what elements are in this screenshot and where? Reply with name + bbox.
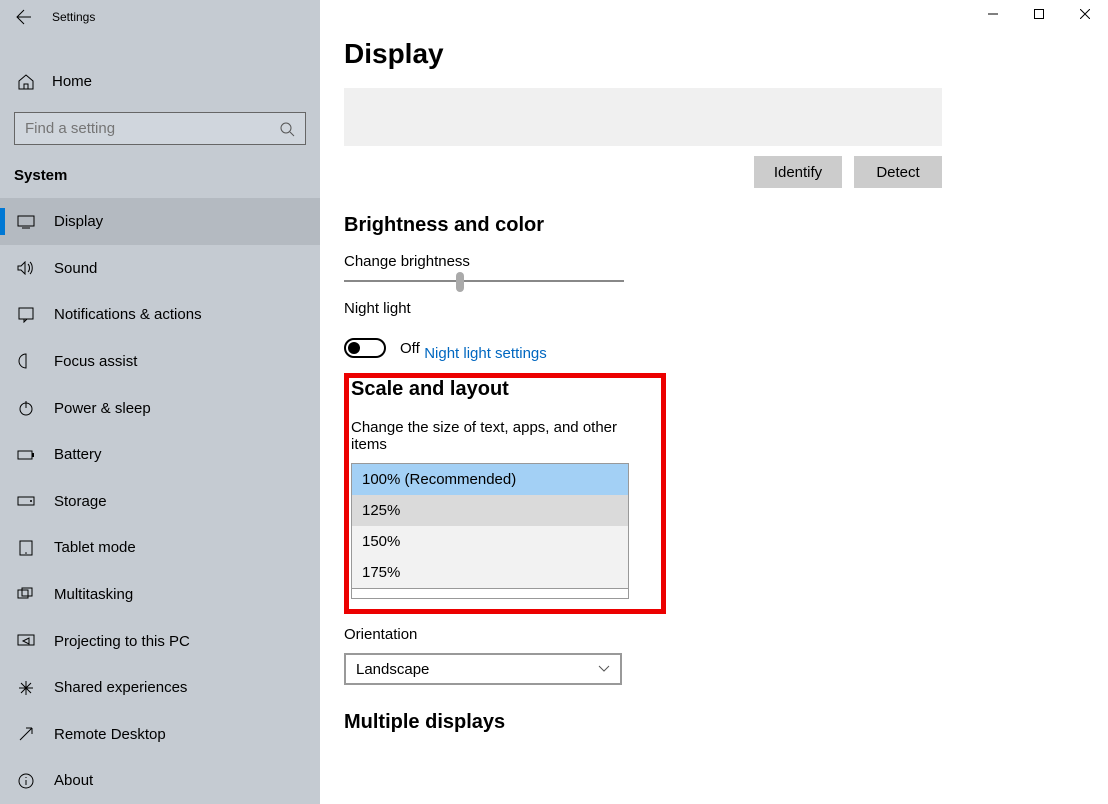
multiple-displays-heading: Multiple displays <box>344 711 1084 734</box>
brightness-label: Change brightness <box>344 253 1084 270</box>
search-input[interactable] <box>25 120 279 137</box>
shared-icon <box>16 678 36 698</box>
window-controls <box>970 0 1108 28</box>
minimize-button[interactable] <box>970 0 1016 28</box>
home-label: Home <box>52 73 92 90</box>
focus-icon <box>16 351 36 371</box>
nav-label: Storage <box>54 493 107 510</box>
scale-option-150[interactable]: 150% <box>352 526 628 557</box>
scale-label: Change the size of text, apps, and other… <box>351 419 655 453</box>
sidebar-item-battery[interactable]: Battery <box>0 431 320 478</box>
sidebar-item-storage[interactable]: Storage <box>0 478 320 525</box>
sound-icon <box>16 258 36 278</box>
orientation-label: Orientation <box>344 626 1084 643</box>
night-light-label: Night light <box>344 300 1084 317</box>
night-light-toggle[interactable] <box>344 338 386 358</box>
orientation-value: Landscape <box>356 661 429 678</box>
about-icon <box>16 771 36 791</box>
nav-label: Battery <box>54 446 102 463</box>
scale-heading: Scale and layout <box>351 378 655 401</box>
nav-label: Notifications & actions <box>54 306 202 323</box>
identify-button[interactable]: Identify <box>754 156 842 188</box>
power-icon <box>16 398 36 418</box>
titlebar: Settings <box>0 0 320 34</box>
display-icon <box>16 212 36 232</box>
nav-label: Shared experiences <box>54 679 187 696</box>
detect-button[interactable]: Detect <box>854 156 942 188</box>
storage-icon <box>16 491 36 511</box>
scale-option-100[interactable]: 100% (Recommended) <box>352 464 628 495</box>
battery-icon <box>16 445 36 465</box>
sidebar-home[interactable]: Home <box>0 62 320 102</box>
sidebar-item-about[interactable]: About <box>0 758 320 804</box>
sidebar-item-tablet[interactable]: Tablet mode <box>0 525 320 572</box>
scale-highlight-box: Scale and layout Change the size of text… <box>344 373 666 614</box>
search-box[interactable] <box>14 112 306 146</box>
search-icon <box>279 121 295 137</box>
sidebar-item-sound[interactable]: Sound <box>0 245 320 292</box>
scale-dropdown-list: 100% (Recommended) 125% 150% 175% <box>352 464 628 588</box>
night-light-settings-link[interactable]: Night light settings <box>424 345 547 362</box>
maximize-button[interactable] <box>1016 0 1062 28</box>
display-preview-area <box>344 88 942 146</box>
home-icon <box>16 72 36 92</box>
nav-label: Projecting to this PC <box>54 633 190 650</box>
page-title: Display <box>344 38 1084 70</box>
sidebar-item-multitasking[interactable]: Multitasking <box>0 571 320 618</box>
sidebar-item-display[interactable]: Display <box>0 198 320 245</box>
remote-icon <box>16 724 36 744</box>
sidebar-item-notifications[interactable]: Notifications & actions <box>0 292 320 339</box>
scale-option-175[interactable]: 175% <box>352 557 628 588</box>
sidebar-item-remote[interactable]: Remote Desktop <box>0 711 320 758</box>
dropdown-footer <box>352 588 628 598</box>
scale-dropdown[interactable]: 100% (Recommended) 125% 150% 175% <box>351 463 629 599</box>
chevron-down-icon <box>598 665 610 673</box>
toggle-knob <box>348 342 360 354</box>
back-button[interactable] <box>0 0 48 34</box>
close-button[interactable] <box>1062 0 1108 28</box>
notification-icon <box>16 305 36 325</box>
sidebar-item-shared[interactable]: Shared experiences <box>0 664 320 711</box>
orientation-select[interactable]: Landscape <box>344 653 622 685</box>
sidebar-item-projecting[interactable]: Projecting to this PC <box>0 618 320 665</box>
nav-label: Sound <box>54 260 97 277</box>
night-light-state: Off <box>400 340 420 357</box>
projecting-icon <box>16 631 36 651</box>
slider-thumb[interactable] <box>456 272 464 292</box>
arrow-left-icon <box>16 9 32 25</box>
nav-label: Multitasking <box>54 586 133 603</box>
multitasking-icon <box>16 584 36 604</box>
window-title: Settings <box>52 10 95 24</box>
nav-label: Tablet mode <box>54 539 136 556</box>
sidebar: Settings Home System Display Sound Notif… <box>0 0 320 804</box>
brightness-slider[interactable] <box>344 280 624 282</box>
nav-label: Power & sleep <box>54 400 151 417</box>
sidebar-item-power[interactable]: Power & sleep <box>0 385 320 432</box>
scale-option-125[interactable]: 125% <box>352 495 628 526</box>
nav-label: Display <box>54 213 103 230</box>
main-content: Display Identify Detect Brightness and c… <box>320 0 1108 804</box>
nav-label: About <box>54 772 93 789</box>
nav-label: Remote Desktop <box>54 726 166 743</box>
nav-label: Focus assist <box>54 353 137 370</box>
sidebar-section-label: System <box>0 145 320 198</box>
tablet-icon <box>16 538 36 558</box>
sidebar-item-focus[interactable]: Focus assist <box>0 338 320 385</box>
brightness-heading: Brightness and color <box>344 214 1084 237</box>
